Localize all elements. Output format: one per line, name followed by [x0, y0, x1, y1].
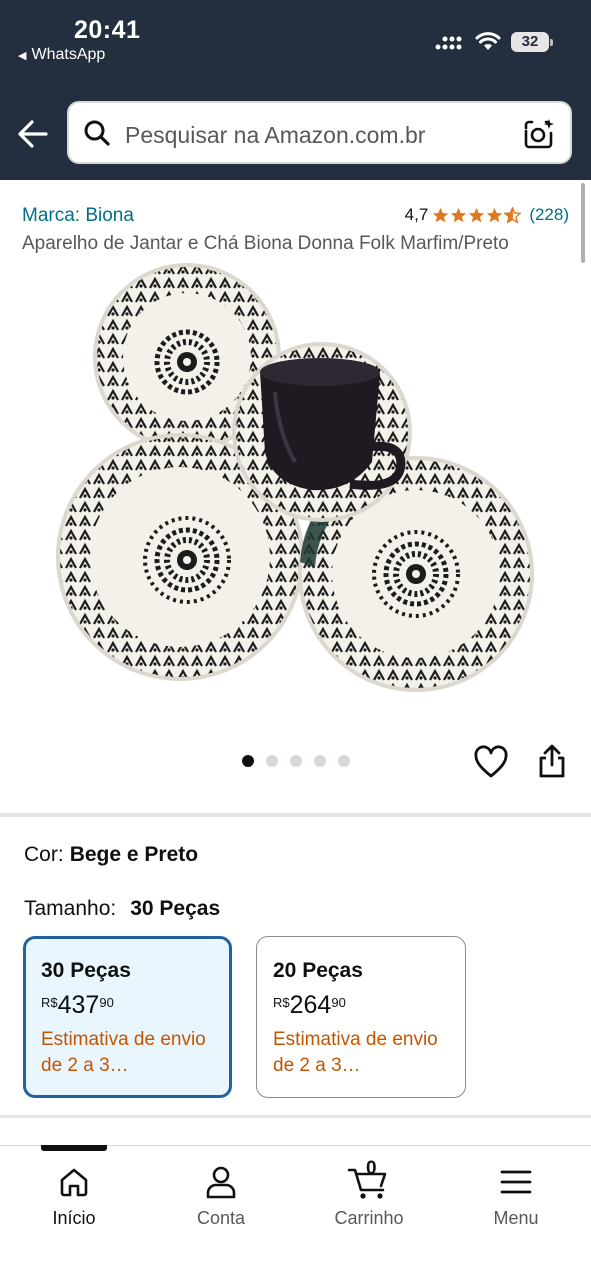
price-cents: 90: [331, 995, 346, 1010]
star-icon: [451, 207, 467, 222]
back-to-app-link[interactable]: ◀ WhatsApp: [18, 46, 105, 64]
size-card-price: R$ 437 90: [41, 991, 215, 1019]
rating-stars: [432, 206, 522, 224]
size-card-name: 30 Peças: [41, 959, 131, 982]
product-image[interactable]: [50, 262, 541, 707]
size-option: Tamanho: 30 Peças: [24, 897, 220, 921]
rating-summary[interactable]: 4,7 (228): [405, 205, 569, 225]
nav-label: Menu: [493, 1208, 539, 1228]
star-icon: [487, 207, 503, 222]
color-label: Cor:: [24, 843, 64, 866]
camera-search-icon[interactable]: [522, 117, 556, 151]
shipping-estimate: Estimativa de envio de 2 a 3…: [41, 1029, 206, 1076]
price-whole: 264: [289, 991, 332, 1019]
status-icons: 32: [435, 32, 553, 52]
carousel-dot[interactable]: [242, 755, 254, 767]
brand-link[interactable]: Marca: Biona: [22, 205, 134, 227]
user-icon: [206, 1166, 236, 1199]
nav-label: Carrinho: [334, 1208, 404, 1228]
carousel-dot[interactable]: [314, 755, 326, 767]
image-carousel-dots[interactable]: [242, 755, 350, 767]
back-arrow-icon[interactable]: [16, 117, 50, 151]
section-divider: [0, 1115, 591, 1118]
price-whole: 437: [57, 991, 100, 1019]
search-box[interactable]: Pesquisar na Amazon.com.br: [67, 101, 572, 164]
price-currency: R$: [273, 995, 290, 1010]
nav-label: Conta: [196, 1208, 246, 1228]
active-tab-indicator: [41, 1145, 107, 1151]
nav-carrinho[interactable]: 0 Carrinho: [314, 1158, 424, 1229]
wifi-icon: [475, 32, 501, 50]
carousel-dot[interactable]: [266, 755, 278, 767]
price-currency: R$: [41, 995, 58, 1010]
shipping-estimate: Estimativa de envio de 2 a 3…: [273, 1029, 438, 1076]
star-icon: [469, 207, 485, 222]
search-input[interactable]: Pesquisar na Amazon.com.br: [125, 122, 425, 149]
rating-count[interactable]: (228): [529, 205, 569, 225]
nav-conta[interactable]: Conta: [166, 1164, 276, 1229]
back-app-label: WhatsApp: [31, 46, 106, 63]
section-divider: [0, 813, 591, 817]
size-card-price: R$ 264 90: [273, 991, 449, 1019]
carousel-dot[interactable]: [338, 755, 350, 767]
carousel-dot[interactable]: [290, 755, 302, 767]
home-icon: [60, 1168, 88, 1197]
size-value: 30 Peças: [130, 897, 221, 920]
battery-indicator: 32: [511, 32, 553, 52]
nav-label: Início: [52, 1208, 96, 1228]
nav-menu[interactable]: Menu: [461, 1164, 571, 1229]
product-title: Aparelho de Jantar e Chá Biona Donna Fol…: [22, 233, 509, 254]
nav-inicio[interactable]: Início: [19, 1164, 129, 1229]
menu-icon: [500, 1170, 532, 1194]
size-label: Tamanho:: [24, 897, 117, 920]
rating-score: 4,7: [404, 205, 429, 224]
size-card-30-pecas[interactable]: 30 Peças R$ 437 90 Estimativa de envio de …: [23, 936, 232, 1098]
price-cents: 90: [99, 995, 114, 1010]
status-time: 20:41: [74, 16, 141, 44]
half-star-icon: [504, 206, 522, 224]
color-option[interactable]: Cor: Bege e Preto: [24, 843, 198, 867]
heart-icon[interactable]: [473, 745, 509, 779]
share-icon[interactable]: [536, 743, 568, 779]
color-value: Bege e Preto: [69, 843, 199, 866]
scrollbar[interactable]: [581, 183, 585, 263]
cart-count-badge: 0: [366, 1158, 377, 1179]
back-triangle-icon: ◀: [18, 50, 27, 62]
size-card-name: 20 Peças: [273, 959, 363, 982]
signal-icon: [435, 36, 462, 50]
star-icon: [433, 207, 449, 222]
size-card-20-pecas[interactable]: 20 Peças R$ 264 90 Estimativa de envio de …: [256, 936, 466, 1098]
top-header: 20:41 ◀ WhatsApp 32 Pesquisar na Amazon.c…: [0, 0, 591, 180]
search-icon: [84, 120, 110, 146]
